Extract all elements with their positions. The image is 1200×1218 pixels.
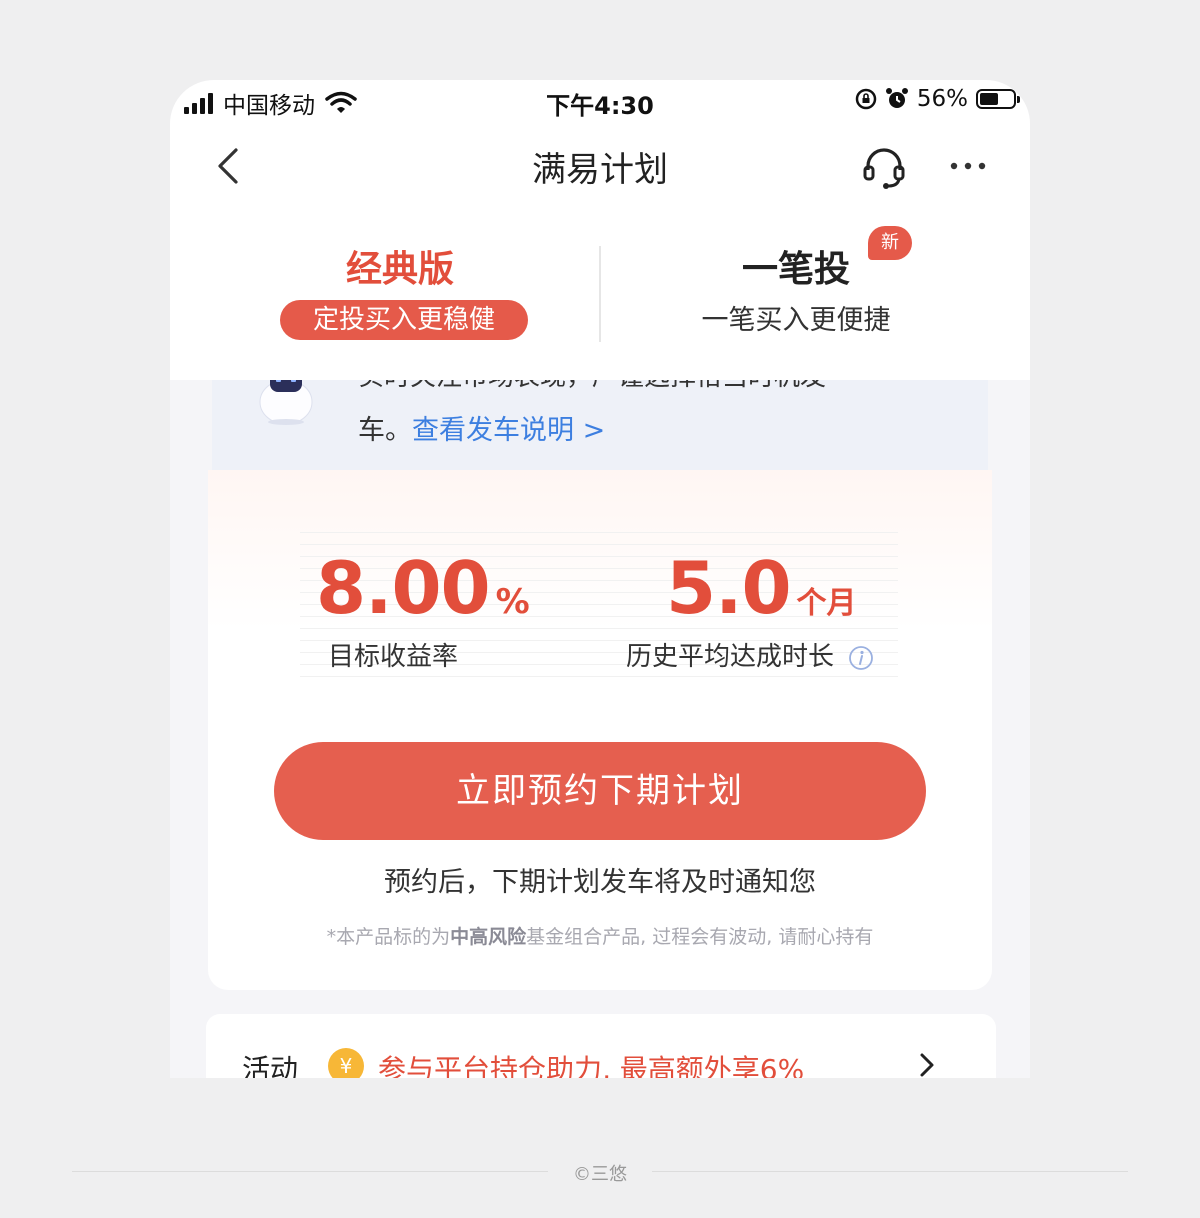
footer-line-right bbox=[652, 1171, 1128, 1172]
risk-prefix: *本产品标的为 bbox=[326, 926, 451, 948]
target-yield: 8.00% bbox=[316, 546, 530, 630]
status-bar: 中国移动 下午4:30 56% bbox=[170, 80, 1030, 122]
rotation-lock-icon bbox=[855, 88, 877, 110]
target-yield-label: 目标收益率 bbox=[328, 642, 459, 672]
customer-service-icon[interactable] bbox=[862, 146, 906, 190]
battery-percent: 56% bbox=[916, 86, 968, 112]
more-icon[interactable] bbox=[946, 148, 990, 192]
departure-info-link[interactable]: 查看发车说明 > bbox=[412, 415, 605, 446]
stats-panel: 8.00% 5.0 个月 目标收益率 历史平均达成时长 bbox=[300, 532, 898, 678]
avg-time-label: 历史平均达成时长 bbox=[626, 642, 835, 672]
notice-line-2: 车。查看发车说明 > bbox=[358, 408, 605, 447]
nav-bar: 满易计划 bbox=[170, 122, 1030, 213]
tab-classic-name: 经典版 bbox=[345, 249, 454, 290]
avg-time-value: 5.0 bbox=[666, 546, 792, 630]
activity-label: 活动 bbox=[242, 1053, 299, 1078]
tab-classic[interactable]: 经典版 定投买入更稳健 bbox=[170, 212, 600, 380]
battery-icon bbox=[976, 89, 1020, 109]
activity-text: 参与平台持仓助力, 最高额外享6% bbox=[378, 1053, 805, 1078]
tab-classic-tagline: 定投买入更稳健 bbox=[280, 300, 528, 340]
risk-disclaimer: *本产品标的为中高风险基金组合产品, 过程会有波动, 请耐心持有 bbox=[208, 922, 992, 949]
risk-suffix: 基金组合产品, 过程会有波动, 请耐心持有 bbox=[526, 926, 874, 948]
target-yield-unit: % bbox=[495, 582, 530, 622]
notice-line-2-text: 车。 bbox=[358, 415, 412, 446]
reserve-next-plan-button[interactable]: 立即预约下期计划 bbox=[274, 742, 926, 840]
new-badge: 新 bbox=[868, 226, 912, 260]
version-tabs: 经典版 定投买入更稳健 一笔投 一笔买入更便捷 新 bbox=[170, 212, 1030, 380]
avg-time: 5.0 个月 bbox=[666, 546, 857, 630]
tab-lump-sum-tagline: 一笔买入更便捷 bbox=[701, 305, 891, 336]
avg-time-unit: 个月 bbox=[796, 586, 857, 621]
info-icon[interactable] bbox=[848, 645, 874, 671]
author-credit: ©三悠 bbox=[573, 1164, 627, 1185]
plan-card: 8.00% 5.0 个月 目标收益率 历史平均达成时长 立即预约下期计划 预约后，… bbox=[208, 470, 992, 990]
activity-row[interactable]: 活动 ¥ 参与平台持仓助力, 最高额外享6% bbox=[206, 1014, 996, 1078]
phone-screen: 中国移动 下午4:30 56% 满易计划 经典版 定投买入更稳健 一笔投 一笔买… bbox=[170, 80, 1030, 1078]
avg-time-label-row: 历史平均达成时长 bbox=[626, 636, 874, 673]
target-yield-value: 8.00 bbox=[316, 546, 491, 630]
chevron-right-icon bbox=[920, 1053, 934, 1077]
alarm-icon bbox=[885, 88, 908, 108]
tab-divider bbox=[599, 246, 601, 342]
reserve-hint: 预约后，下期计划发车将及时通知您 bbox=[384, 867, 816, 898]
footer-line-left bbox=[72, 1171, 548, 1172]
coin-icon: ¥ bbox=[328, 1048, 364, 1078]
risk-level: 中高风险 bbox=[450, 926, 527, 948]
